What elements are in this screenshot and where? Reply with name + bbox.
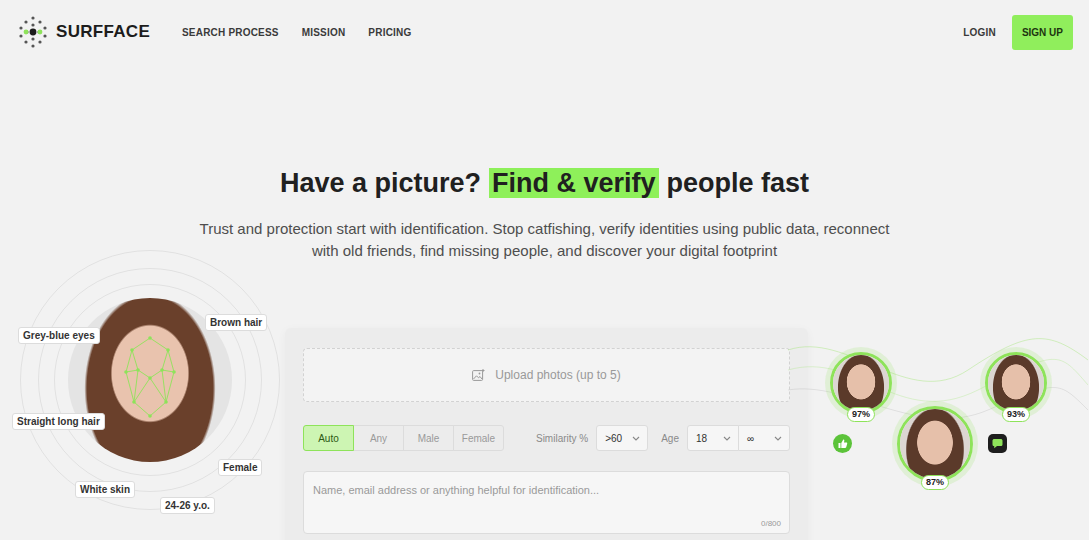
- filters: AutoAnyMaleFemale Similarity % >60 Age 18 ∞: [303, 424, 790, 452]
- search-card: Upload photos (up to 5) AutoAnyMaleFemale…: [285, 328, 808, 540]
- main-nav: SEARCH PROCESS MISSION PRICING: [182, 25, 411, 40]
- page: SURFFACE SEARCH PROCESS MISSION PRICING LOGI…: [0, 0, 1089, 540]
- details-field: 0/800: [303, 471, 790, 534]
- image-icon: [472, 369, 485, 381]
- face-tag: Straight long hair: [12, 413, 105, 430]
- match-photo: [833, 355, 889, 411]
- similarity-value: >60: [605, 431, 622, 446]
- thumbs-up-icon: [833, 434, 852, 453]
- similarity-select[interactable]: >60: [596, 425, 648, 451]
- age-label: Age: [661, 431, 679, 446]
- age-to: ∞: [747, 431, 754, 446]
- chat-icon: [988, 434, 1007, 453]
- login-link[interactable]: LOGIN: [963, 25, 996, 40]
- hero-subtitle: Trust and protection start with identifi…: [185, 218, 905, 262]
- match-card[interactable]: 97%: [830, 352, 892, 414]
- age-to-select[interactable]: ∞: [738, 425, 790, 451]
- age-from-select[interactable]: 18: [687, 425, 739, 451]
- match-results: 97%93%87%: [808, 270, 1089, 540]
- title-part: Find & verify: [489, 168, 659, 198]
- face-tag: Grey-blue eyes: [18, 327, 100, 344]
- hero-row: Grey-blue eyes Brown hair Straight long ha…: [0, 270, 1089, 540]
- chevron-down-icon: [774, 436, 782, 441]
- match-score: 87%: [921, 475, 949, 490]
- face-tag: Brown hair: [205, 314, 267, 331]
- match-card[interactable]: 87%: [897, 406, 973, 482]
- face-tag: 24-26 y.o.: [160, 497, 215, 514]
- hero-title: Have a picture? Find & verify people fast: [0, 166, 1089, 200]
- match-photo: [900, 409, 970, 479]
- match-card[interactable]: 93%: [985, 352, 1047, 414]
- nav-link[interactable]: SEARCH PROCESS: [182, 25, 279, 40]
- match-score: 97%: [847, 407, 875, 422]
- details-input[interactable]: [303, 471, 790, 534]
- brand-name: SURFFACE: [56, 19, 150, 45]
- upload-label: Upload photos (up to 5): [495, 366, 620, 384]
- brand[interactable]: SURFFACE: [17, 16, 157, 48]
- gender-toggle: AutoAnyMaleFemale: [303, 425, 504, 451]
- age-from: 18: [696, 431, 707, 446]
- chevron-down-icon: [723, 436, 731, 441]
- title-part: people fast: [667, 168, 810, 198]
- face-analysis: Grey-blue eyes Brown hair Straight long ha…: [0, 270, 285, 540]
- top-bar: SURFFACE SEARCH PROCESS MISSION PRICING LOGI…: [0, 0, 1089, 64]
- match-photo: [988, 355, 1044, 411]
- signup-button[interactable]: SIGN UP: [1012, 15, 1073, 50]
- similarity-label: Similarity %: [536, 431, 588, 446]
- gender-option[interactable]: Any: [353, 425, 404, 451]
- match-score: 93%: [1002, 407, 1030, 422]
- face-tag: Female: [218, 459, 262, 476]
- gender-option[interactable]: Male: [403, 425, 454, 451]
- char-counter: 0/800: [761, 518, 781, 530]
- range-filters: Similarity % >60 Age 18 ∞: [536, 425, 790, 451]
- face-tag: White skin: [75, 481, 135, 498]
- upload-area[interactable]: Upload photos (up to 5): [303, 348, 790, 402]
- auth-area: LOGIN SIGN UP: [963, 15, 1073, 50]
- search-column: Upload photos (up to 5) AutoAnyMaleFemale…: [285, 270, 808, 540]
- gender-option[interactable]: Female: [453, 425, 504, 451]
- nav-link[interactable]: MISSION: [302, 25, 346, 40]
- nav-link[interactable]: PRICING: [368, 25, 411, 40]
- logo-icon: [17, 16, 49, 48]
- chevron-down-icon: [632, 436, 640, 441]
- gender-option[interactable]: Auto: [303, 425, 354, 451]
- title-part: Have a picture?: [280, 168, 481, 198]
